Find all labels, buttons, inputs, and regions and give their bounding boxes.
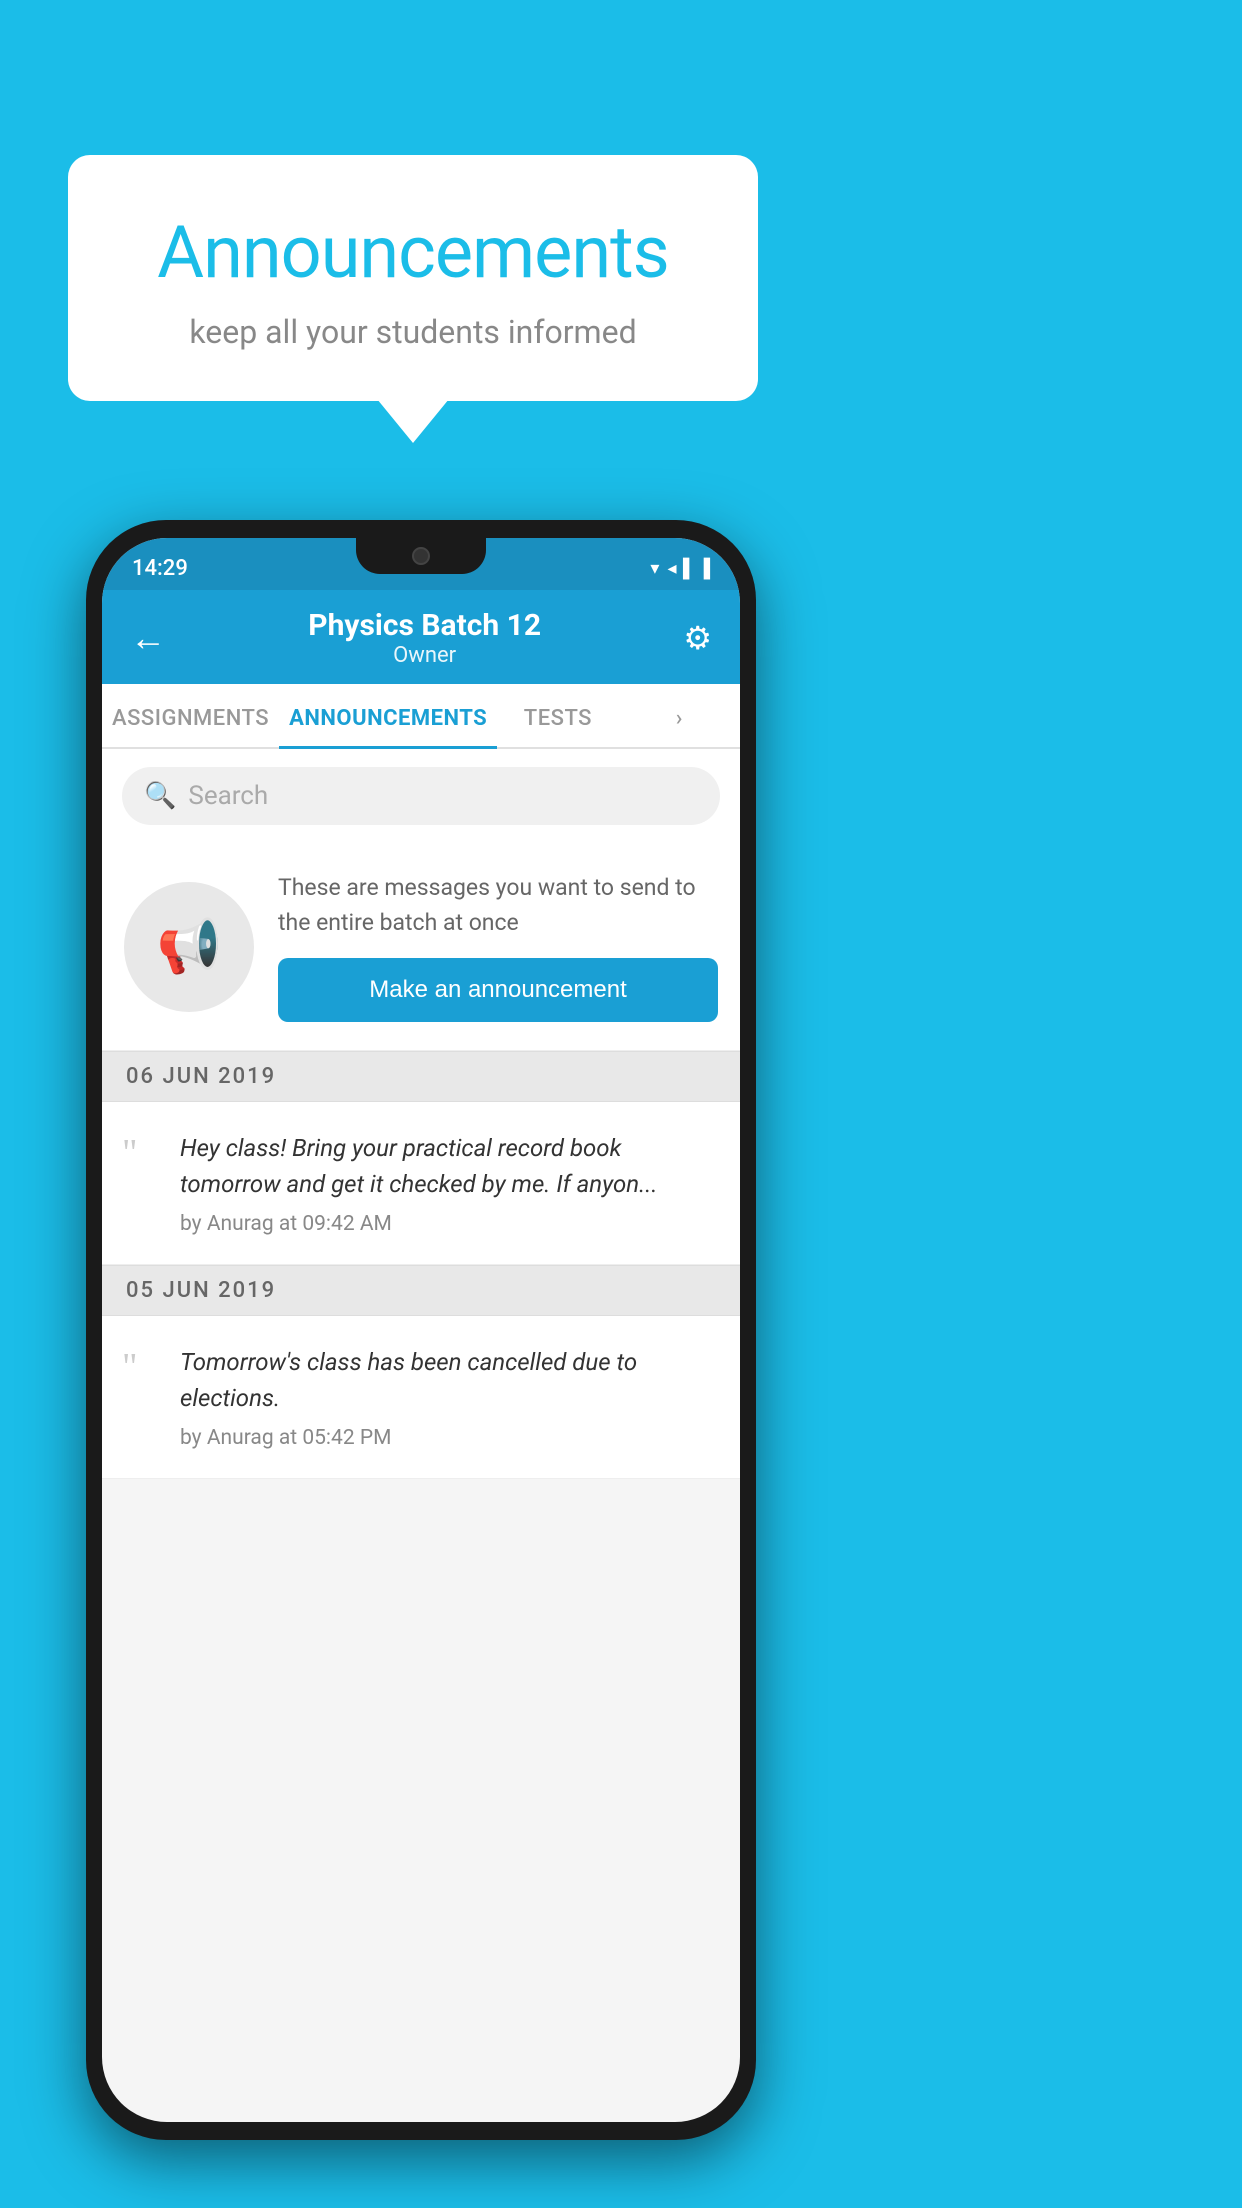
search-placeholder: Search [188, 781, 268, 811]
search-icon: 🔍 [144, 781, 176, 811]
app-header: ← Physics Batch 12 Owner ⚙ [102, 590, 740, 684]
quote-icon-1: " [122, 1134, 162, 1236]
announcement-meta-2: by Anurag at 05:42 PM [180, 1426, 720, 1450]
announcement-item-1[interactable]: " Hey class! Bring your practical record… [102, 1102, 740, 1265]
bubble-title: Announcements [118, 210, 708, 295]
speech-bubble-container: Announcements keep all your students inf… [68, 155, 758, 401]
status-icons: ▾ ◂▐ ▐ [650, 558, 710, 579]
phone-notch [356, 538, 486, 574]
back-button[interactable]: ← [130, 617, 166, 659]
search-container: 🔍 Search [102, 749, 740, 843]
batch-title: Physics Batch 12 [308, 608, 541, 643]
bubble-subtitle: keep all your students informed [118, 313, 708, 351]
announcement-prompt-right: These are messages you want to send to t… [278, 871, 718, 1022]
make-announcement-button[interactable]: Make an announcement [278, 958, 718, 1022]
date-separator-1: 06 JUN 2019 [102, 1051, 740, 1102]
announcement-text-1: Hey class! Bring your practical record b… [180, 1130, 720, 1202]
settings-button[interactable]: ⚙ [683, 619, 712, 657]
battery-icon: ▐ [697, 558, 710, 579]
phone-device: 14:29 ▾ ◂▐ ▐ ← Physics Batch 12 Owner ⚙ [86, 520, 756, 2140]
megaphone-icon-circle: 📢 [124, 882, 254, 1012]
quote-icon-2: " [122, 1348, 162, 1450]
megaphone-icon: 📢 [157, 916, 222, 977]
announcement-prompt: 📢 These are messages you want to send to… [102, 843, 740, 1051]
date-separator-2: 05 JUN 2019 [102, 1265, 740, 1316]
batch-role: Owner [308, 643, 541, 668]
more-tabs-indicator: › [676, 706, 683, 731]
phone-frame: 14:29 ▾ ◂▐ ▐ ← Physics Batch 12 Owner ⚙ [86, 520, 756, 2140]
tab-more[interactable]: › [619, 684, 740, 747]
tabs-bar: ASSIGNMENTS ANNOUNCEMENTS TESTS › [102, 684, 740, 749]
announcement-content-1: Hey class! Bring your practical record b… [180, 1130, 720, 1236]
camera [412, 547, 430, 565]
search-box[interactable]: 🔍 Search [122, 767, 720, 825]
phone-screen: 14:29 ▾ ◂▐ ▐ ← Physics Batch 12 Owner ⚙ [102, 538, 740, 2122]
tab-tests[interactable]: TESTS [497, 684, 618, 747]
wifi-icon: ▾ [650, 558, 659, 579]
announcement-description: These are messages you want to send to t… [278, 871, 718, 940]
announcement-text-2: Tomorrow's class has been cancelled due … [180, 1344, 720, 1416]
tab-announcements[interactable]: ANNOUNCEMENTS [279, 684, 497, 747]
announcement-item-2[interactable]: " Tomorrow's class has been cancelled du… [102, 1316, 740, 1479]
announcement-meta-1: by Anurag at 09:42 AM [180, 1212, 720, 1236]
status-time: 14:29 [132, 556, 188, 581]
tab-assignments[interactable]: ASSIGNMENTS [102, 684, 279, 747]
header-title-block: Physics Batch 12 Owner [308, 608, 541, 668]
signal-icon: ◂▐ [667, 558, 689, 579]
screen-content: ← Physics Batch 12 Owner ⚙ ASSIGNMENTS A… [102, 590, 740, 2122]
announcement-content-2: Tomorrow's class has been cancelled due … [180, 1344, 720, 1450]
speech-bubble: Announcements keep all your students inf… [68, 155, 758, 401]
